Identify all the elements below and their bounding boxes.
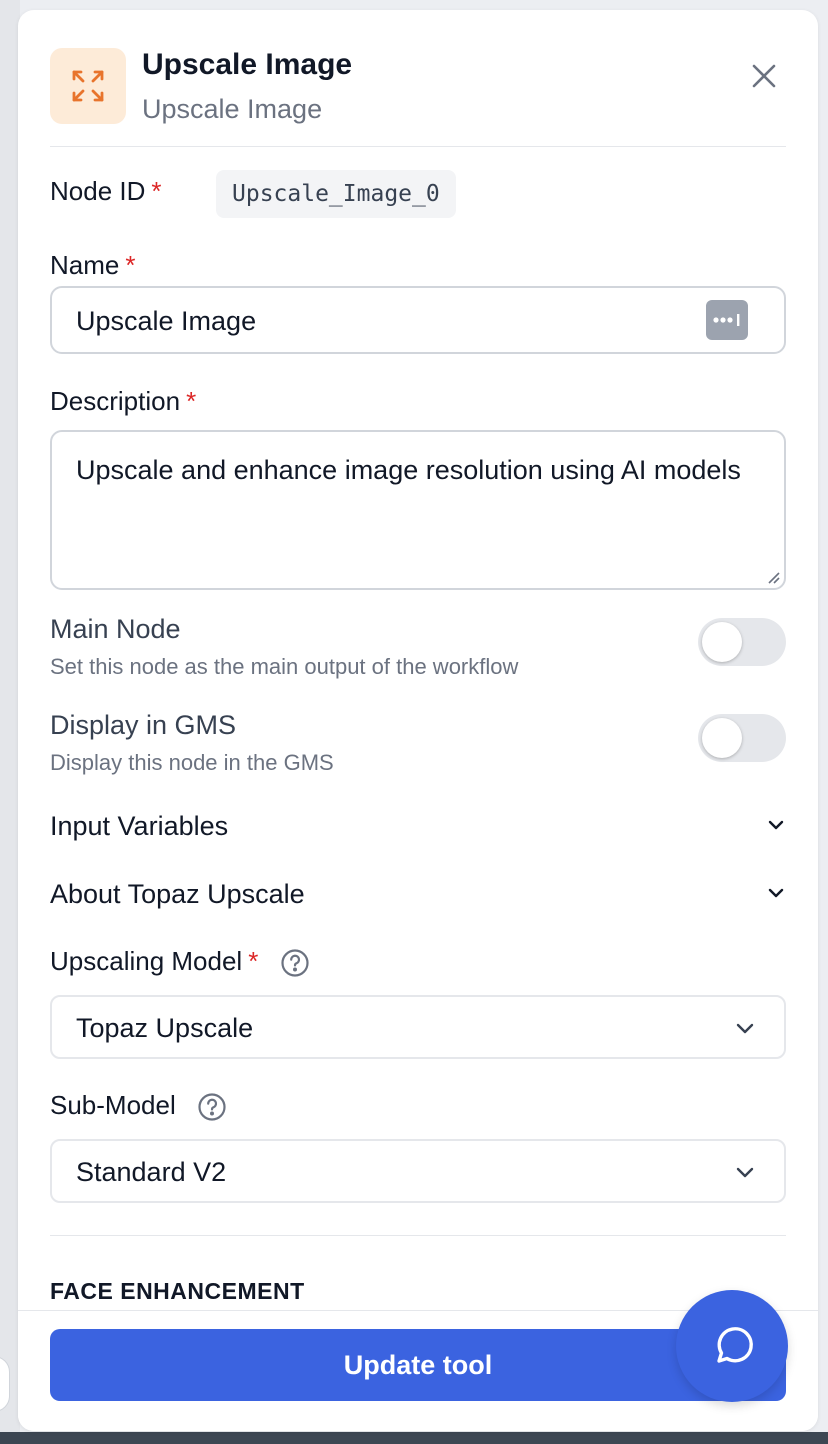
chevron-down-icon: [768, 820, 784, 830]
help-icon[interactable]: [197, 1092, 227, 1122]
name-input-value: Upscale Image: [76, 306, 257, 336]
face-enhancement-heading: FACE ENHANCEMENT: [50, 1278, 305, 1304]
toggle-knob: [702, 718, 742, 758]
select-value: Topaz Upscale: [76, 1013, 254, 1043]
background-canvas: [0, 0, 20, 1444]
upscaling-model-select[interactable]: Topaz Upscale: [50, 995, 786, 1059]
chevron-down-icon: [768, 888, 784, 898]
panel-subtitle: Upscale Image: [142, 94, 323, 124]
header-divider: [50, 146, 786, 147]
display-gms-toggle[interactable]: [698, 714, 786, 762]
main-node-title: Main Node: [50, 614, 181, 644]
name-label: Name *: [50, 250, 136, 280]
sub-model-label: Sub-Model: [50, 1090, 227, 1122]
main-node-description: Set this node as the main output of the …: [50, 654, 519, 679]
accordion-label: About Topaz Upscale: [50, 879, 305, 909]
panel-header: Upscale Image Upscale Image: [50, 48, 786, 148]
chevron-down-icon: [736, 1167, 754, 1178]
close-icon: [752, 64, 776, 88]
input-variables-accordion[interactable]: Input Variables: [50, 803, 786, 851]
main-node-toggle[interactable]: [698, 618, 786, 666]
about-topaz-accordion[interactable]: About Topaz Upscale: [50, 871, 786, 919]
display-gms-description: Display this node in the GMS: [50, 750, 334, 775]
name-input[interactable]: Upscale Image: [50, 286, 786, 354]
resize-grip-icon[interactable]: [766, 570, 780, 584]
chat-bubble-icon: [717, 1327, 753, 1363]
description-label: Description *: [50, 386, 197, 416]
accordion-label: Input Variables: [50, 811, 229, 841]
expand-arrows-icon: [50, 48, 126, 124]
panel-title: Upscale Image: [142, 48, 353, 81]
node-settings-panel: Upscale Image Upscale Image Node ID * Ups…: [18, 10, 818, 1431]
select-value: Standard V2: [76, 1157, 227, 1187]
help-icon[interactable]: [280, 948, 310, 978]
chevron-down-icon: [736, 1023, 754, 1034]
background-edge: [0, 1432, 828, 1444]
node-id-value: Upscale_Image_0: [216, 170, 456, 218]
close-button[interactable]: [742, 54, 786, 98]
display-gms-title: Display in GMS: [50, 710, 237, 740]
node-id-label: Node ID *: [50, 176, 162, 206]
toggle-knob: [702, 622, 742, 662]
description-value: Upscale and enhance image resolution usi…: [76, 455, 741, 485]
password-manager-icon[interactable]: [706, 300, 748, 340]
section-divider: [50, 1235, 786, 1236]
chat-button[interactable]: [676, 1290, 788, 1402]
sub-model-select[interactable]: Standard V2: [50, 1139, 786, 1203]
upscaling-model-label: Upscaling Model *: [50, 946, 310, 978]
description-textarea[interactable]: Upscale and enhance image resolution usi…: [50, 430, 786, 590]
